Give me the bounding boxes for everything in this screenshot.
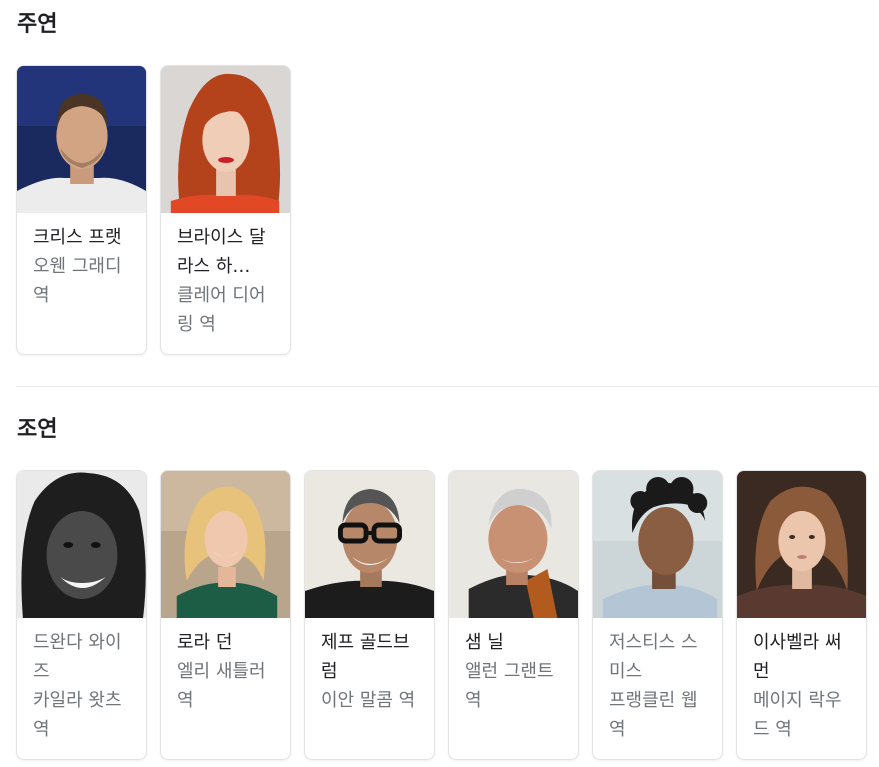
- actor-name: 이사벨라 써먼: [753, 632, 842, 682]
- role-name: 이안 말콤 역: [321, 690, 416, 711]
- supporting-cast-carousel: 드완다 와이즈 카일라 왓츠 역 로라 던 엘리 새틀러 역 제프 골드브럼 이…: [16, 470, 879, 760]
- actor-photo: [593, 471, 722, 618]
- cast-card[interactable]: 저스티스 스미스 프랭클린 웹 역: [592, 470, 723, 760]
- cast-panel: 주연 크리스 프랫 오웬 그래디 역 브라이스 달라스 하… 클레어 디어링 역…: [0, 0, 879, 767]
- cast-card[interactable]: 브라이스 달라스 하… 클레어 디어링 역: [160, 65, 291, 355]
- actor-photo: [305, 471, 434, 618]
- cast-card[interactable]: 크리스 프랫 오웬 그래디 역: [16, 65, 147, 355]
- role-name: 카일라 왓츠 역: [33, 690, 122, 740]
- actor-photo: [161, 66, 290, 213]
- main-cast-heading: 주연: [17, 12, 58, 37]
- actor-name: 드완다 와이즈: [33, 632, 122, 682]
- actor-photo: [737, 471, 866, 618]
- cast-card[interactable]: 제프 골드브럼 이안 말콤 역: [304, 470, 435, 760]
- actor-name: 제프 골드브럼: [321, 632, 410, 682]
- section-divider: [16, 386, 879, 387]
- actor-photo: [449, 471, 578, 618]
- actor-name: 저스티스 스미스: [609, 632, 698, 682]
- role-name: 메이지 락우드 역: [753, 690, 842, 740]
- cast-card[interactable]: 이사벨라 써먼 메이지 락우드 역: [736, 470, 867, 760]
- role-name: 앨런 그랜트 역: [465, 661, 554, 711]
- role-name: 엘리 새틀러 역: [177, 661, 266, 711]
- cast-card[interactable]: 로라 던 엘리 새틀러 역: [160, 470, 291, 760]
- actor-name: 로라 던: [177, 632, 233, 653]
- role-name: 오웬 그래디 역: [33, 256, 122, 306]
- actor-photo: [161, 471, 290, 618]
- actor-name: 샘 닐: [465, 632, 504, 653]
- role-name: 클레어 디어링 역: [177, 285, 266, 335]
- actor-name: 크리스 프랫: [33, 227, 122, 248]
- cast-card[interactable]: 샘 닐 앨런 그랜트 역: [448, 470, 579, 760]
- actor-name: 브라이스 달라스 하…: [177, 227, 266, 277]
- actor-photo: [17, 66, 146, 213]
- main-cast-carousel: 크리스 프랫 오웬 그래디 역 브라이스 달라스 하… 클레어 디어링 역: [16, 65, 291, 355]
- cast-card[interactable]: 드완다 와이즈 카일라 왓츠 역: [16, 470, 147, 760]
- role-name: 프랭클린 웹 역: [609, 690, 698, 740]
- supporting-cast-heading: 조연: [17, 417, 58, 442]
- actor-photo: [17, 471, 146, 618]
